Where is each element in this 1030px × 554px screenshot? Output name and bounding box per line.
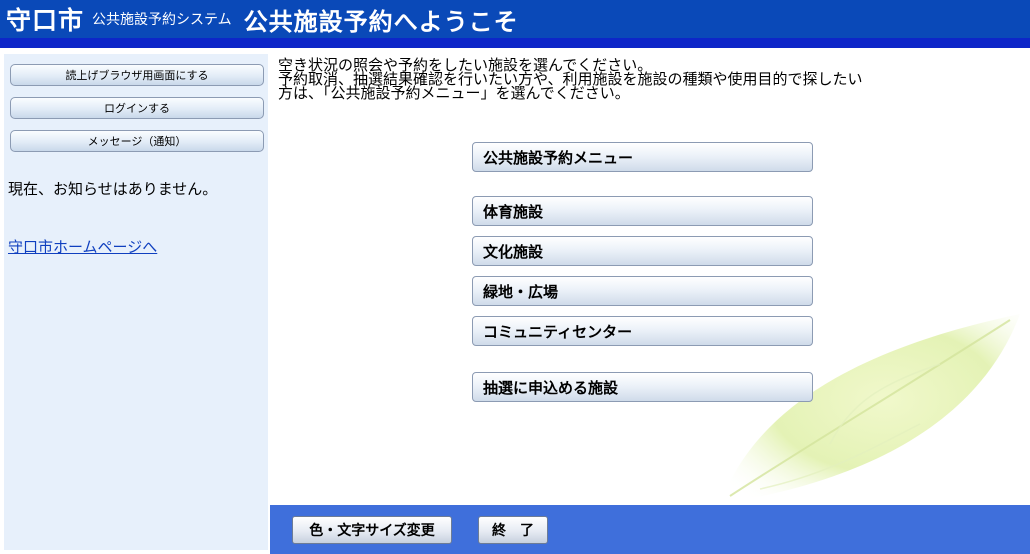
reader-browser-button[interactable]: 読上げブラウザ用画面にする [10,64,264,86]
system-name: 公共施設予約システム [92,12,232,28]
messages-button[interactable]: メッセージ（通知） [10,130,264,152]
header-bar: 守口市 公共施設予約システム 公共施設予約へようこそ [0,0,1030,38]
sports-facilities-button[interactable]: 体育施設 [472,196,813,226]
page-title: 公共施設予約へようこそ [243,7,519,36]
parks-plazas-button[interactable]: 緑地・広場 [472,276,813,306]
city-name: 守口市 [6,6,85,35]
home-page-link[interactable]: 守口市ホームページへ [8,236,157,257]
cultural-facilities-button[interactable]: 文化施設 [472,236,813,266]
exit-button[interactable]: 終 了 [478,516,548,544]
login-button[interactable]: ログインする [10,97,264,119]
notice-text: 現在、お知らせはありません。 [8,180,218,198]
intro-line-3: 方は、「公共施設予約メニュー」を選んでください。 [278,84,630,102]
color-text-size-button[interactable]: 色・文字サイズ変更 [292,516,452,544]
footer-bar: 色・文字サイズ変更 終 了 [270,505,1030,554]
community-center-button[interactable]: コミュニティセンター [472,316,813,346]
sidebar: 読上げブラウザ用画面にする ログインする メッセージ（通知） 現在、お知らせはあ… [4,54,268,550]
main-content: 空き状況の照会や予約をしたい施設を選んでください。 予約取消、抽選結果確認を行い… [270,54,1030,504]
lottery-facilities-button[interactable]: 抽選に申込める施設 [472,372,813,402]
header-divider [0,38,1030,48]
facility-menu-button[interactable]: 公共施設予約メニュー [472,142,813,172]
intro-text: 空き状況の照会や予約をしたい施設を選んでください。 予約取消、抽選結果確認を行い… [278,58,1018,102]
